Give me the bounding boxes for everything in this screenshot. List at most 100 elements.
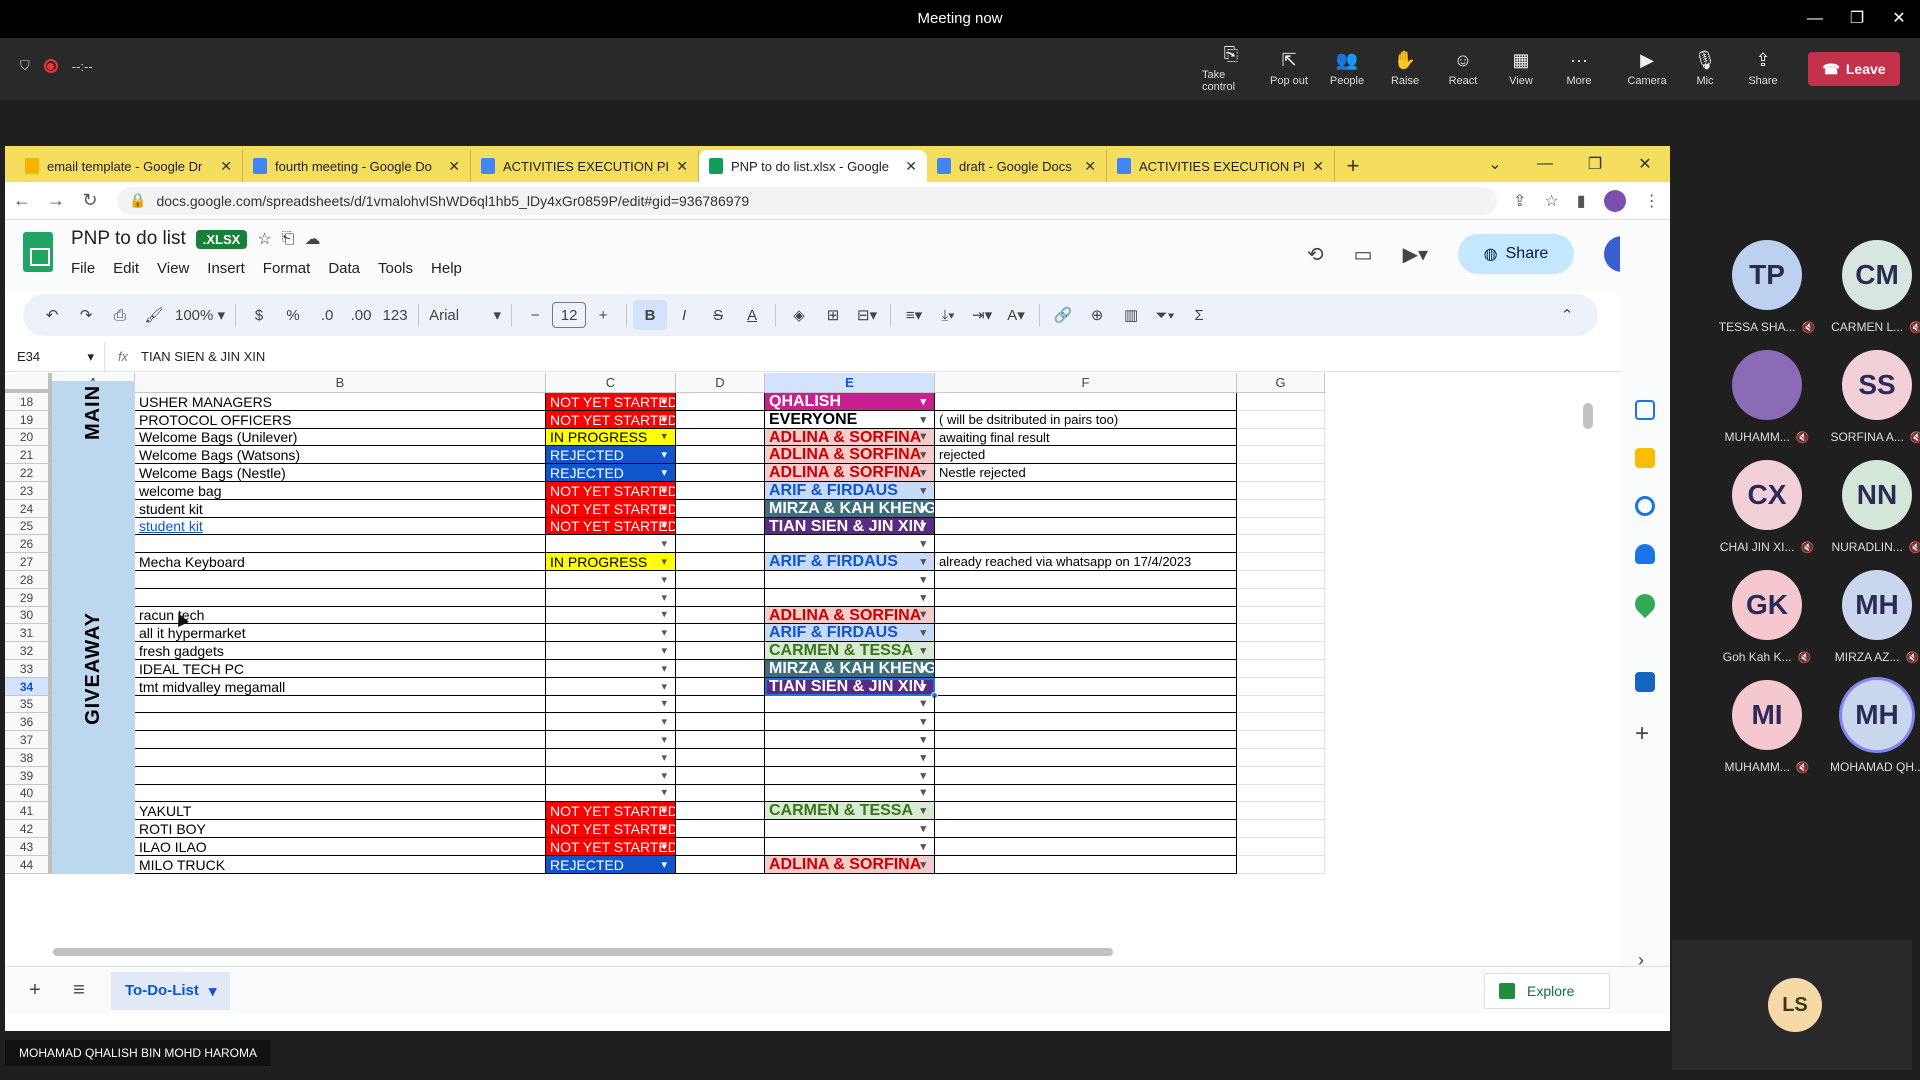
select-all-corner[interactable] — [5, 373, 52, 393]
sheets-logo-icon[interactable] — [23, 232, 53, 272]
note-cell[interactable] — [935, 749, 1237, 767]
note-cell[interactable] — [935, 660, 1237, 678]
empty-cell[interactable] — [1237, 535, 1325, 553]
decrease-font-size-icon[interactable]: − — [518, 300, 552, 330]
task-cell[interactable]: USHER MANAGERS — [135, 393, 546, 411]
status-dropdown[interactable]: NOT YET STARTED — [546, 838, 676, 856]
assignee-dropdown[interactable] — [765, 571, 935, 589]
column-header-d[interactable]: D — [676, 373, 765, 393]
forward-icon[interactable]: → — [39, 190, 73, 211]
empty-cell[interactable] — [1237, 500, 1325, 518]
take-control-button[interactable]: ⎘ Take control — [1202, 38, 1260, 100]
more-button[interactable]: ··· More — [1550, 38, 1608, 100]
assignee-dropdown[interactable]: MIRZA & KAH KHENG — [765, 500, 935, 518]
close-tab-icon[interactable]: ✕ — [676, 158, 688, 175]
close-tab-icon[interactable]: ✕ — [1084, 158, 1096, 175]
empty-cell[interactable] — [676, 820, 765, 838]
note-cell[interactable]: rejected — [935, 446, 1237, 464]
status-dropdown[interactable]: NOT YET STARTED — [546, 500, 676, 518]
note-cell[interactable] — [935, 482, 1237, 500]
note-cell[interactable] — [935, 518, 1237, 535]
status-dropdown[interactable] — [546, 749, 676, 767]
empty-cell[interactable] — [676, 785, 765, 802]
empty-cell[interactable] — [1237, 607, 1325, 624]
task-cell[interactable] — [135, 713, 546, 731]
status-dropdown[interactable] — [546, 696, 676, 713]
row-header[interactable]: 26 — [5, 535, 52, 553]
row-header[interactable]: 34 — [5, 678, 52, 696]
status-dropdown[interactable] — [546, 624, 676, 642]
maps-icon[interactable] — [1630, 589, 1660, 619]
vertical-scrollbar[interactable] — [1583, 403, 1593, 429]
menu-insert[interactable]: Insert — [207, 260, 245, 277]
filter-icon[interactable]: ⏷▾ — [1148, 300, 1182, 330]
empty-cell[interactable] — [676, 856, 765, 874]
empty-cell[interactable] — [676, 696, 765, 713]
task-cell[interactable]: student kit — [135, 500, 546, 518]
task-cell[interactable]: ILAO ILAO — [135, 838, 546, 856]
browser-tab[interactable]: ACTIVITIES EXECUTION PLA ✕ — [471, 150, 699, 182]
task-cell[interactable] — [135, 731, 546, 749]
note-cell[interactable] — [935, 802, 1237, 820]
row-header[interactable]: 22 — [5, 464, 52, 482]
reload-icon[interactable]: ↻ — [73, 190, 107, 211]
cloud-status-icon[interactable]: ☁ — [305, 229, 321, 249]
empty-cell[interactable] — [676, 713, 765, 731]
note-cell[interactable] — [935, 571, 1237, 589]
task-cell[interactable]: YAKULT — [135, 802, 546, 820]
note-cell[interactable] — [935, 856, 1237, 874]
empty-cell[interactable] — [676, 624, 765, 642]
note-cell[interactable] — [935, 589, 1237, 607]
task-cell[interactable]: tmt midvalley megamall — [135, 678, 546, 696]
task-cell[interactable]: PROTOCOL OFFICERS — [135, 411, 546, 429]
participant-tile[interactable]: CX CHAI JIN XI... 🔇 — [1712, 460, 1822, 554]
status-dropdown[interactable] — [546, 571, 676, 589]
status-dropdown[interactable]: NOT YET STARTED — [546, 802, 676, 820]
row-header[interactable]: 32 — [5, 642, 52, 660]
empty-cell[interactable] — [676, 446, 765, 464]
meet-icon[interactable]: ▶▾ — [1403, 242, 1428, 267]
task-cell[interactable]: ROTI BOY — [135, 820, 546, 838]
assignee-dropdown[interactable]: CARMEN & TESSA — [765, 642, 935, 660]
empty-cell[interactable] — [676, 535, 765, 553]
url-field[interactable]: 🔒 docs.google.com/spreadsheets/d/1vmaloh… — [117, 186, 1497, 215]
empty-cell[interactable] — [1237, 713, 1325, 731]
close-tab-icon[interactable]: ✕ — [448, 158, 460, 175]
contacts-icon[interactable] — [1635, 544, 1655, 564]
italic-icon[interactable]: I — [667, 300, 701, 330]
note-cell[interactable] — [935, 767, 1237, 785]
assignee-dropdown[interactable]: ADLINA & SORFINA — [765, 856, 935, 874]
addon-icon[interactable] — [1635, 672, 1655, 692]
assignee-dropdown[interactable]: CARMEN & TESSA — [765, 802, 935, 820]
assignee-dropdown[interactable]: MIRZA & KAH KHENG — [765, 660, 935, 678]
status-dropdown[interactable]: NOT YET STARTED — [546, 393, 676, 411]
bold-icon[interactable]: B — [633, 300, 668, 330]
note-cell[interactable] — [935, 713, 1237, 731]
empty-cell[interactable] — [676, 731, 765, 749]
status-dropdown[interactable] — [546, 713, 676, 731]
menu-format[interactable]: Format — [263, 260, 311, 277]
share-button[interactable]: ⇪ Share — [1734, 38, 1792, 100]
close-tab-icon[interactable]: ✕ — [220, 158, 232, 175]
keep-icon[interactable] — [1635, 448, 1655, 468]
status-dropdown[interactable]: NOT YET STARTED — [546, 411, 676, 429]
task-cell[interactable] — [135, 696, 546, 713]
note-cell[interactable] — [935, 696, 1237, 713]
sidebar-icon[interactable]: ▮ — [1577, 191, 1586, 211]
calendar-icon[interactable] — [1635, 400, 1655, 420]
row-header[interactable]: 25 — [5, 518, 52, 535]
empty-cell[interactable] — [676, 802, 765, 820]
participant-tile[interactable]: MH MOHAMAD QH... — [1822, 680, 1920, 774]
task-cell[interactable] — [135, 571, 546, 589]
participant-tile[interactable]: MH MIRZA AZ... 🔇 — [1822, 570, 1920, 664]
empty-cell[interactable] — [1237, 446, 1325, 464]
fill-color-icon[interactable]: ◈ — [782, 300, 816, 330]
empty-cell[interactable] — [676, 518, 765, 535]
row-header[interactable]: 27 — [5, 553, 52, 571]
row-header[interactable]: 41 — [5, 802, 52, 820]
document-title[interactable]: PNP to do list — [71, 228, 186, 250]
empty-cell[interactable] — [676, 411, 765, 429]
status-dropdown[interactable]: NOT YET STARTED — [546, 518, 676, 535]
font-select[interactable]: Arial ▾ — [425, 300, 505, 330]
row-header[interactable]: 28 — [5, 571, 52, 589]
